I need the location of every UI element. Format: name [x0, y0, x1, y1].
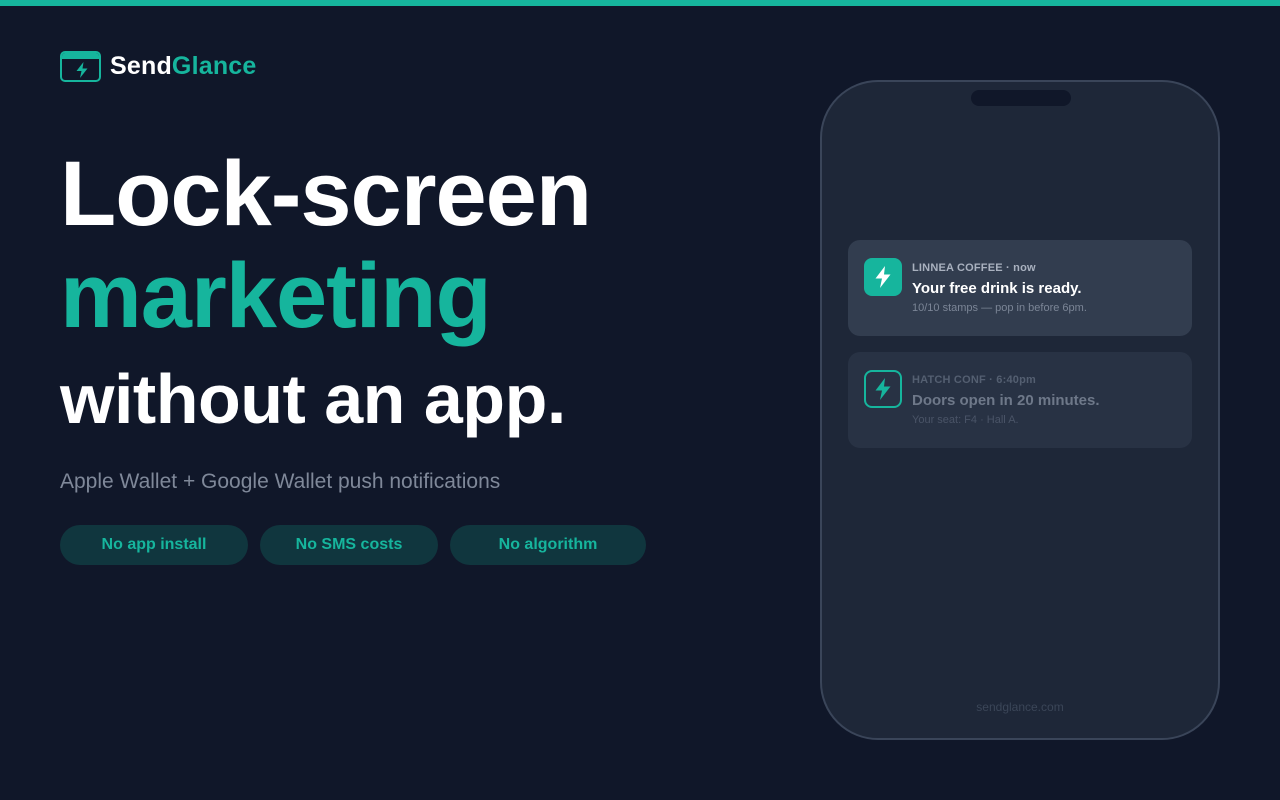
notification-card[interactable]: LINNEA COFFEE · now Your free drink is r…: [848, 240, 1192, 336]
pill-no-algorithm: No algorithm: [450, 525, 646, 565]
hero-subtitle: Apple Wallet + Google Wallet push notifi…: [60, 470, 501, 493]
bolt-icon: [875, 378, 891, 400]
top-accent-bar: [0, 0, 1280, 6]
notification-app-icon: [864, 370, 902, 408]
logo-stripe: [62, 52, 99, 59]
logo-mark: [60, 50, 101, 82]
pill-no-sms-costs: No SMS costs: [260, 525, 438, 565]
notification-title: Doors open in 20 minutes.: [912, 392, 1100, 409]
bolt-icon: [76, 61, 88, 78]
headline-line-2: marketing: [60, 245, 492, 347]
phone-notch: [971, 90, 1071, 106]
notification-meta: LINNEA COFFEE · now: [912, 262, 1036, 274]
pill-no-app-install: No app install: [60, 525, 248, 565]
brand-name-part2: Glance: [171, 52, 257, 80]
notification-body: Your seat: F4 · Hall A.: [912, 414, 1019, 426]
notification-app-icon: [864, 258, 902, 296]
notification-meta: HATCH CONF · 6:40pm: [912, 374, 1036, 386]
phone-footer-url: sendglance.com: [976, 700, 1064, 714]
notification-title: Your free drink is ready.: [912, 280, 1082, 297]
bolt-icon: [875, 266, 891, 288]
notification-card[interactable]: HATCH CONF · 6:40pm Doors open in 20 min…: [848, 352, 1192, 448]
brand-name: SendGlance: [110, 49, 257, 83]
brand-logo-link[interactable]: SendGlance: [60, 49, 257, 83]
phone-mockup: LINNEA COFFEE · now Your free drink is r…: [820, 80, 1220, 740]
headline-line-3: without an app.: [60, 360, 566, 438]
headline-line-1: Lock-screen: [60, 143, 592, 245]
notification-body: 10/10 stamps — pop in before 6pm.: [912, 302, 1087, 314]
feature-pills: No app install No SMS costs No algorithm: [60, 525, 658, 565]
brand-name-part1: Send: [110, 52, 172, 80]
